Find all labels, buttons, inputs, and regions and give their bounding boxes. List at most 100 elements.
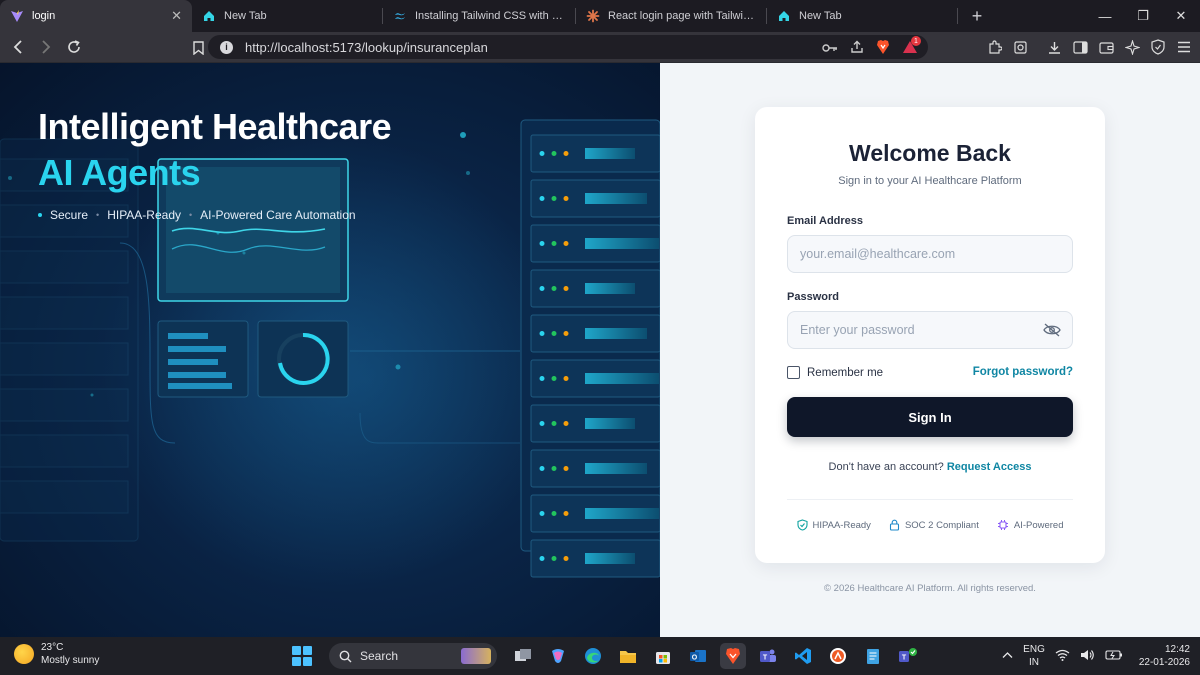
postman-icon[interactable]: [825, 643, 851, 669]
separator-dot-icon: •: [96, 210, 100, 220]
menu-icon[interactable]: [1174, 36, 1194, 58]
notepad-icon[interactable]: [860, 643, 886, 669]
minimize-icon[interactable]: —: [1086, 0, 1124, 32]
teams-work-icon[interactable]: T: [895, 643, 921, 669]
server-rack-row: [530, 269, 660, 308]
copilot-icon[interactable]: [545, 643, 571, 669]
hero-tag: HIPAA-Ready: [107, 208, 181, 222]
close-window-icon[interactable]: ✕: [1162, 0, 1200, 32]
edge-icon[interactable]: [580, 643, 606, 669]
clock[interactable]: 12:42 22-01-2026: [1139, 643, 1190, 669]
badge-label: AI-Powered: [1013, 519, 1064, 531]
server-rack-row: [530, 179, 660, 218]
download-icon[interactable]: [1044, 36, 1064, 58]
teams-icon[interactable]: T: [755, 643, 781, 669]
hero-tags: Secure • HIPAA-Ready • AI-Powered Care A…: [38, 208, 356, 222]
hero-panel: Intelligent Healthcare AI Agents Secure …: [0, 63, 660, 637]
weather-desc: Mostly sunny: [41, 655, 100, 666]
hero-tag: AI-Powered Care Automation: [200, 208, 356, 222]
badge-label: SOC 2 Compliant: [904, 519, 979, 531]
bullet-icon: [38, 213, 42, 217]
vpn-icon[interactable]: [1148, 36, 1168, 58]
server-rack-row: [530, 404, 660, 443]
sidebar-icon[interactable]: [1070, 36, 1090, 58]
close-tab-icon[interactable]: ✕: [171, 8, 182, 24]
copyright: © 2026 Healthcare AI Platform. All right…: [824, 583, 1036, 594]
taskbar-search[interactable]: Search: [329, 643, 497, 669]
brave-shields-icon[interactable]: [876, 39, 890, 58]
share-icon[interactable]: [850, 40, 864, 57]
password-label: Password: [787, 291, 839, 303]
weather-widget[interactable]: 23°C Mostly sunny: [14, 641, 99, 667]
tab-tailwind[interactable]: Installing Tailwind CSS with Vite - Tail: [383, 0, 575, 32]
screenshot-icon[interactable]: [1010, 36, 1030, 58]
request-access-link[interactable]: Request Access: [947, 461, 1032, 473]
tab-title: Installing Tailwind CSS with Vite - Tail: [415, 10, 565, 22]
extensions-icon[interactable]: [984, 36, 1004, 58]
server-rack-row: [530, 494, 660, 533]
key-icon[interactable]: [822, 41, 838, 56]
forward-icon[interactable]: [34, 35, 58, 59]
address-bar-actions: 1: [822, 36, 921, 58]
remember-me[interactable]: Remember me: [787, 366, 883, 379]
tab-react-login[interactable]: React login page with Tailwind and Sh: [576, 0, 766, 32]
signup-prompt: Don't have an account? Request Access: [755, 461, 1105, 473]
remember-checkbox[interactable]: [787, 366, 800, 379]
store-icon[interactable]: [650, 643, 676, 669]
tab-title: New Tab: [224, 10, 267, 22]
tab-login[interactable]: login ✕: [0, 0, 192, 32]
file-explorer-icon[interactable]: [615, 643, 641, 669]
forgot-password-link[interactable]: Forgot password?: [973, 366, 1073, 378]
hero-illustration: [0, 119, 660, 593]
toolbar-extension-icons: [984, 36, 1194, 58]
time: 12:42: [1164, 644, 1190, 655]
volume-icon[interactable]: [1080, 649, 1095, 664]
wifi-icon[interactable]: [1055, 649, 1070, 664]
brave-rewards-icon[interactable]: 1: [902, 36, 921, 57]
taskbar-apps: Search O T T: [292, 642, 921, 670]
tab-new-tab[interactable]: New Tab: [192, 0, 382, 32]
weather-sun-icon: [14, 644, 34, 664]
vite-logo-icon: [10, 9, 24, 23]
url-text: http://localhost:5173/lookup/insurancepl…: [245, 39, 488, 55]
windows-start-icon[interactable]: [292, 646, 312, 666]
outlook-icon[interactable]: O: [685, 643, 711, 669]
input-language[interactable]: ENG IN: [1023, 643, 1045, 669]
restore-icon[interactable]: ❐: [1124, 0, 1162, 32]
windows-taskbar: 23°C Mostly sunny Search O T T ENG IN 12…: [0, 637, 1200, 675]
brave-browser-icon[interactable]: [720, 643, 746, 669]
address-bar[interactable]: i http://localhost:5173/lookup/insurance…: [208, 35, 928, 59]
tab-new-tab-2[interactable]: New Tab: [767, 0, 957, 32]
tailwind-logo-icon: [393, 9, 407, 23]
claude-logo-icon: [586, 9, 600, 23]
bookmark-icon[interactable]: [186, 36, 210, 60]
battery-icon[interactable]: [1105, 649, 1123, 663]
login-title: Welcome Back: [849, 140, 1011, 166]
chevron-up-icon[interactable]: [1002, 651, 1013, 662]
new-tab-button[interactable]: +: [962, 0, 992, 32]
shield-check-icon: [796, 519, 808, 531]
leo-ai-icon[interactable]: [1122, 36, 1142, 58]
chip-icon: [997, 520, 1008, 530]
login-subtitle: Sign in to your AI Healthcare Platform: [838, 175, 1022, 187]
site-info-icon[interactable]: i: [220, 40, 233, 54]
compliance-badges: HIPAA-Ready SOC 2 Compliant AI-Powered: [755, 519, 1105, 531]
vscode-icon[interactable]: [790, 643, 816, 669]
search-label: Search: [360, 649, 399, 663]
task-view-icon[interactable]: [510, 643, 536, 669]
server-rack-row: [530, 134, 660, 173]
hero-title: Intelligent Healthcare: [38, 106, 392, 147]
search-icon: [339, 650, 352, 662]
reload-icon[interactable]: [62, 35, 86, 59]
wallet-icon[interactable]: [1096, 36, 1116, 58]
password-field[interactable]: [787, 311, 1073, 349]
signup-prompt-text: Don't have an account?: [828, 461, 944, 473]
server-rack-row: [530, 539, 660, 578]
region-code: IN: [1029, 657, 1039, 668]
back-icon[interactable]: [6, 35, 30, 59]
sign-in-button[interactable]: Sign In: [787, 397, 1073, 437]
eye-off-icon[interactable]: [1043, 323, 1061, 337]
email-field[interactable]: [787, 235, 1073, 273]
lock-icon: [889, 519, 899, 531]
tab-title: React login page with Tailwind and Sh: [608, 10, 756, 22]
